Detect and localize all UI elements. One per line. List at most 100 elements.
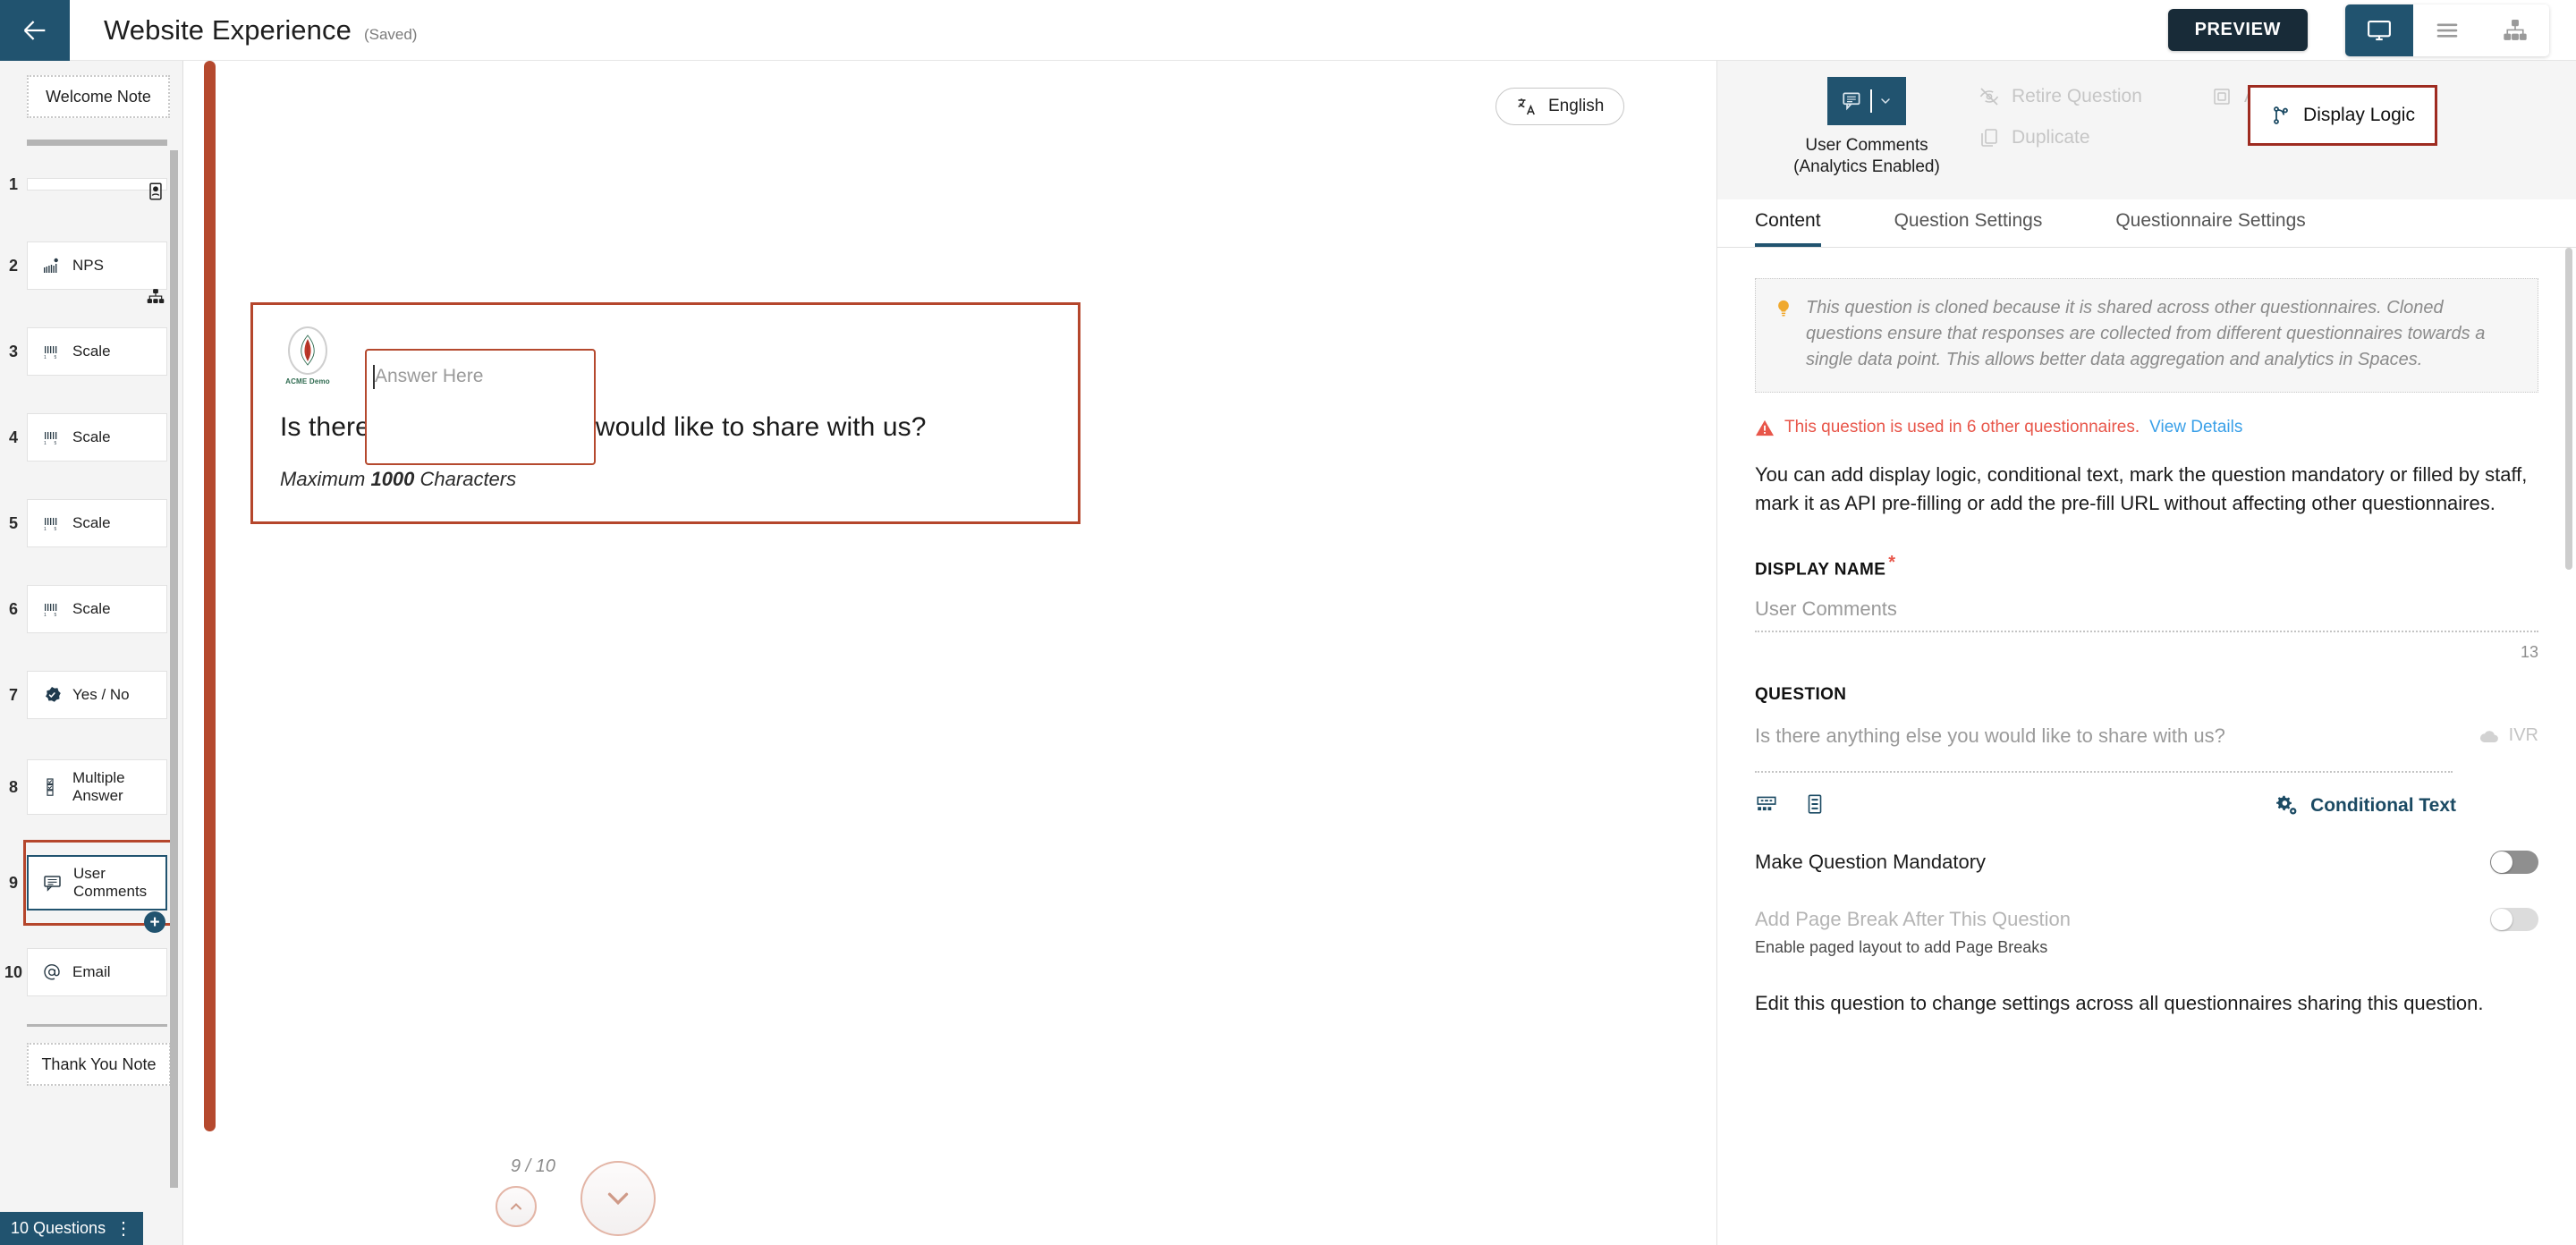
page-break-toggle-row: Add Page Break After This Question [1755,907,2538,931]
preview-canvas: English ACME Demo Is there anything else… [216,61,1716,1245]
thank-you-note-card[interactable]: Thank You Note [27,1043,171,1086]
monitor-icon [2368,20,2391,40]
tab-content[interactable]: Content [1755,210,1821,247]
question-label: Scale [72,343,111,360]
question-tools-row: Conditional Text [1755,792,2538,820]
view-mode-desktop[interactable] [2345,4,2413,56]
form-icon[interactable] [1803,792,1826,820]
yesno-icon [37,684,67,706]
tab-questionnaire-settings[interactable]: Questionnaire Settings [2115,210,2305,247]
panel-scrollbar[interactable] [2565,248,2572,570]
question-card[interactable]: Multiple Answer [27,759,167,815]
question-settings-panel: User Comments (Analytics Enabled) Retire… [1716,61,2576,1245]
list-top-edge [27,140,167,146]
page-break-hint: Enable paged layout to add Page Breaks [1755,937,2048,956]
display-name-counter: 13 [2520,642,2538,661]
multiple-answer-icon [37,776,67,798]
view-mode-tree[interactable] [2481,4,2549,56]
question-label: User Comments [73,865,148,900]
svg-text:1: 1 [44,441,47,446]
acme-leaf-icon [301,335,315,366]
svg-text:1: 1 [44,613,47,618]
question-field-label: QUESTION [1755,684,1847,704]
language-selector[interactable]: English [1496,88,1625,125]
logo-label: ACME Demo [285,377,330,385]
chevron-down-icon [607,1192,629,1206]
eye-slash-icon [1979,88,1999,106]
question-label: Scale [72,428,111,446]
statusbar-menu-icon[interactable]: ⋮ [114,1217,132,1240]
comment-icon [38,872,68,894]
table-row[interactable]: 4 1 5 Scale [0,394,183,480]
question-label: Scale [72,514,111,532]
table-row[interactable]: 7 Yes / No [0,652,183,738]
view-details-link[interactable]: View Details [2149,418,2242,437]
preview-button[interactable]: PREVIEW [2167,9,2308,51]
branch-icon [2274,106,2288,124]
question-label: Email [72,963,111,981]
page-title: Website Experience [104,13,352,46]
svg-text:5: 5 [55,527,57,532]
question-card[interactable]: Yes / No [27,671,167,719]
view-mode-list[interactable] [2413,4,2481,56]
display-name-input[interactable]: User Comments [1755,597,2538,632]
question-number: 3 [8,342,18,360]
mandatory-toggle[interactable] [2490,850,2538,874]
table-row[interactable]: 1 [0,146,183,223]
cloud-icon [2479,731,2498,742]
table-row[interactable]: 10 Email [0,929,183,1015]
chip-divider [1870,89,1872,113]
panel-description: You can add display logic, conditional t… [1755,462,2528,515]
table-row[interactable]: 3 1 5 Scale [0,309,183,394]
previous-question-button[interactable] [496,1186,537,1227]
question-type-chip[interactable] [1827,77,1906,125]
max-value: 1000 [370,468,415,490]
keyboard-icon[interactable] [1755,792,1778,820]
sidebar-item-user-comments[interactable]: User Comments [27,855,167,910]
usage-warning-text: This question is used in 6 other questio… [1784,417,2140,436]
question-sidebar: Welcome Note 1 2 NPS 3 1 5 Scale 4 1 5 S… [0,61,183,1245]
canvas-scrollbar-thumb[interactable] [204,61,216,1131]
question-number: 9 [8,873,18,892]
retire-question-button[interactable]: Retire Question [1979,86,2211,107]
question-card[interactable]: 1 5 Scale [27,413,167,462]
question-label: NPS [72,257,104,275]
answer-textarea[interactable]: Answer Here [365,349,596,465]
ivr-control[interactable]: IVR [2479,725,2538,746]
title-wrap: Website Experience (Saved) [104,14,417,47]
warning-icon [1756,419,1774,436]
table-row[interactable]: 9 User Comments + [0,836,183,933]
next-question-button[interactable] [580,1161,656,1236]
sidebar-scrollbar[interactable] [170,150,178,1188]
panel-body: This question is cloned because it is sh… [1717,248,2576,1245]
edit-question-note: Edit this question to change settings ac… [1755,991,2484,1014]
question-input[interactable]: Is there anything else you would like to… [1755,724,2225,748]
group-icon [2214,89,2230,105]
question-number: 6 [8,599,18,618]
display-logic-button[interactable]: Display Logic [2248,85,2437,146]
table-row[interactable]: 5 1 5 Scale [0,480,183,566]
scale-icon: 1 5 [37,427,67,448]
question-card[interactable]: 1 5 Scale [27,327,167,376]
tab-question-settings[interactable]: Question Settings [1894,210,2043,247]
question-type-name: User Comments [1805,136,1928,155]
duplicate-button[interactable]: Duplicate [1979,127,2211,148]
question-card[interactable]: 1 5 Scale [27,499,167,547]
question-number: 4 [8,428,18,446]
question-type-block: User Comments (Analytics Enabled) [1755,77,1979,177]
back-button[interactable] [0,0,70,61]
question-card[interactable]: Email [27,948,167,996]
conditional-text-button[interactable]: Conditional Text [2275,794,2456,817]
panel-header: User Comments (Analytics Enabled) Retire… [1717,61,2576,199]
table-row[interactable]: 2 NPS [0,223,183,309]
page-break-toggle[interactable] [2490,907,2538,931]
table-row[interactable]: 8 Multiple Answer [0,738,183,836]
welcome-note-card[interactable]: Welcome Note [27,75,170,118]
question-card[interactable]: 1 5 Scale [27,585,167,633]
brand-logo: ACME Demo [280,326,335,385]
question-card[interactable]: NPS [27,241,167,290]
badge-person-icon [146,182,165,201]
table-row[interactable]: 6 1 5 Scale [0,566,183,652]
at-icon [37,961,67,983]
question-count-label: 10 Questions [11,1219,106,1237]
